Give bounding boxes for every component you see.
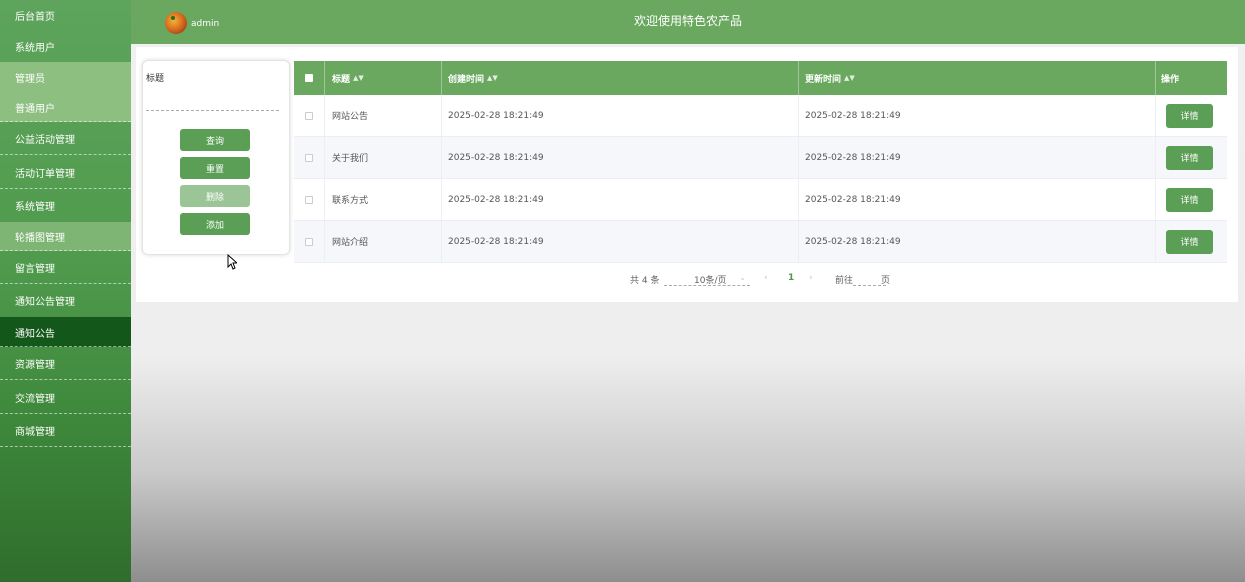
page-size-value: 10条/页 <box>694 276 727 286</box>
sidebar-item-label: 商城管理 <box>15 427 55 438</box>
sidebar-item-label: 通知公告 <box>15 328 55 340</box>
detail-button[interactable]: 详情 <box>1166 187 1213 212</box>
goto-label: 前往 <box>835 276 854 286</box>
sidebar: 后台首页 系统用户 管理员 普通用户 公益活动管理 活动订单管理 系统管理 轮播… <box>0 0 131 582</box>
sidebar-item-home[interactable]: 后台首页 <box>0 0 131 30</box>
updated-cell: 2025-02-28 18:21:49 <box>799 179 1156 220</box>
sidebar-item-carousel[interactable]: 轮播图管理 <box>0 222 131 251</box>
reset-button[interactable]: 重置 <box>180 157 250 179</box>
column-header-created[interactable]: 创建时间 ▲▼ <box>442 61 799 95</box>
goto-unit: 页 <box>881 276 891 286</box>
title-cell: 网站公告 <box>325 95 442 136</box>
sidebar-item-label: 管理员 <box>15 74 45 85</box>
row-checkbox[interactable] <box>305 153 313 162</box>
row-checkbox[interactable] <box>305 195 313 204</box>
table-row: 关于我们 2025-02-28 18:21:49 2025-02-28 18:2… <box>294 137 1227 179</box>
sidebar-item-mall[interactable]: 商城管理 <box>0 414 131 447</box>
column-header-updated[interactable]: 更新时间 ▲▼ <box>799 61 1156 95</box>
column-header-actions: 操作 <box>1156 61 1227 95</box>
notice-table: 标题 ▲▼ 创建时间 ▲▼ 更新时间 ▲▼ 操作 网站公告 2025-02-28 18… <box>294 61 1227 263</box>
sort-icon[interactable]: ▲▼ <box>487 74 498 82</box>
sidebar-item-regular-users[interactable]: 普通用户 <box>0 93 131 122</box>
sidebar-item-notices[interactable]: 通知公告 <box>0 317 131 347</box>
updated-cell: 2025-02-28 18:21:49 <box>799 95 1156 136</box>
sidebar-item-label: 活动订单管理 <box>15 168 75 180</box>
row-select-cell <box>294 95 325 136</box>
sidebar-item-label: 交流管理 <box>15 393 55 405</box>
created-cell: 2025-02-28 18:21:49 <box>442 221 799 262</box>
select-all-cell <box>294 61 325 95</box>
sidebar-item-admins[interactable]: 管理员 <box>0 62 131 93</box>
table-row: 联系方式 2025-02-28 18:21:49 2025-02-28 18:2… <box>294 179 1227 221</box>
action-cell: 详情 <box>1156 179 1227 220</box>
column-header-title[interactable]: 标题 ▲▼ <box>325 61 442 95</box>
title-cell: 网站介绍 <box>325 221 442 262</box>
mouse-cursor-icon <box>227 254 237 270</box>
sidebar-item-system-users[interactable]: 系统用户 <box>0 30 131 62</box>
sidebar-item-charity-activities[interactable]: 公益活动管理 <box>0 122 131 155</box>
column-header-label: 创建时间 <box>448 74 485 85</box>
detail-button[interactable]: 详情 <box>1166 103 1213 128</box>
sidebar-item-label: 普通用户 <box>15 104 55 115</box>
page-size-select[interactable]: 10条/页 ⌄ <box>664 273 750 286</box>
table-row: 网站公告 2025-02-28 18:21:49 2025-02-28 18:2… <box>294 95 1227 137</box>
detail-button[interactable]: 详情 <box>1166 145 1213 170</box>
sidebar-item-exchange[interactable]: 交流管理 <box>0 380 131 414</box>
page-number-current[interactable]: 1 <box>788 273 794 283</box>
sidebar-item-notice-management[interactable]: 通知公告管理 <box>0 284 131 317</box>
table-row: 网站介绍 2025-02-28 18:21:49 2025-02-28 18:2… <box>294 221 1227 263</box>
row-select-cell <box>294 221 325 262</box>
created-cell: 2025-02-28 18:21:49 <box>442 137 799 178</box>
action-cell: 详情 <box>1156 221 1227 262</box>
sidebar-item-label: 系统管理 <box>15 202 55 213</box>
add-button[interactable]: 添加 <box>180 213 250 235</box>
action-cell: 详情 <box>1156 137 1227 178</box>
sidebar-item-label: 通知公告管理 <box>15 297 75 308</box>
sort-icon[interactable]: ▲▼ <box>844 74 855 82</box>
prev-page-icon[interactable]: ‹ <box>764 273 768 283</box>
sidebar-item-label: 后台首页 <box>15 11 55 23</box>
select-all-checkbox[interactable] <box>305 74 313 82</box>
detail-button[interactable]: 详情 <box>1166 229 1213 254</box>
search-label: 标题 <box>146 74 165 84</box>
content-panel: 标题 查询 重置 删除 添加 标题 ▲▼ 创建时间 ▲▼ 更新时间 ▲▼ 操作 … <box>136 47 1238 302</box>
top-header: admin 欢迎使用特色农产品 <box>131 0 1245 44</box>
divider <box>0 446 131 447</box>
sidebar-item-resources[interactable]: 资源管理 <box>0 347 131 380</box>
sidebar-item-system-management[interactable]: 系统管理 <box>0 189 131 222</box>
total-count: 共 4 条 <box>630 276 660 286</box>
column-header-label: 操作 <box>1161 74 1180 85</box>
page-title: 欢迎使用特色农产品 <box>633 14 742 28</box>
sidebar-item-label: 系统用户 <box>15 42 55 54</box>
chevron-down-icon: ⌄ <box>739 273 746 282</box>
sort-icon[interactable]: ▲▼ <box>353 74 364 82</box>
search-card: 标题 查询 重置 删除 添加 <box>142 60 290 255</box>
row-select-cell <box>294 137 325 178</box>
column-header-label: 标题 <box>332 74 351 85</box>
title-search-input[interactable] <box>146 99 279 111</box>
title-cell: 联系方式 <box>325 179 442 220</box>
row-select-cell <box>294 179 325 220</box>
row-checkbox[interactable] <box>305 111 313 120</box>
created-cell: 2025-02-28 18:21:49 <box>442 179 799 220</box>
updated-cell: 2025-02-28 18:21:49 <box>799 137 1156 178</box>
created-cell: 2025-02-28 18:21:49 <box>442 95 799 136</box>
title-cell: 关于我们 <box>325 137 442 178</box>
action-cell: 详情 <box>1156 95 1227 136</box>
updated-cell: 2025-02-28 18:21:49 <box>799 221 1156 262</box>
sidebar-item-activity-orders[interactable]: 活动订单管理 <box>0 155 131 189</box>
row-checkbox[interactable] <box>305 237 313 246</box>
table-header-row: 标题 ▲▼ 创建时间 ▲▼ 更新时间 ▲▼ 操作 <box>294 61 1227 95</box>
column-header-label: 更新时间 <box>805 74 842 85</box>
query-button[interactable]: 查询 <box>180 129 250 151</box>
main-area: 标题 查询 重置 删除 添加 标题 ▲▼ 创建时间 ▲▼ 更新时间 ▲▼ 操作 … <box>131 44 1245 582</box>
sidebar-item-label: 资源管理 <box>15 360 55 371</box>
sidebar-item-label: 轮播图管理 <box>15 233 65 244</box>
pagination: 共 4 条 10条/页 ⌄ ‹ 1 › 前往 页 <box>0 273 1245 287</box>
sidebar-item-label: 公益活动管理 <box>15 135 75 146</box>
next-page-icon[interactable]: › <box>809 273 813 283</box>
delete-button[interactable]: 删除 <box>180 185 250 207</box>
